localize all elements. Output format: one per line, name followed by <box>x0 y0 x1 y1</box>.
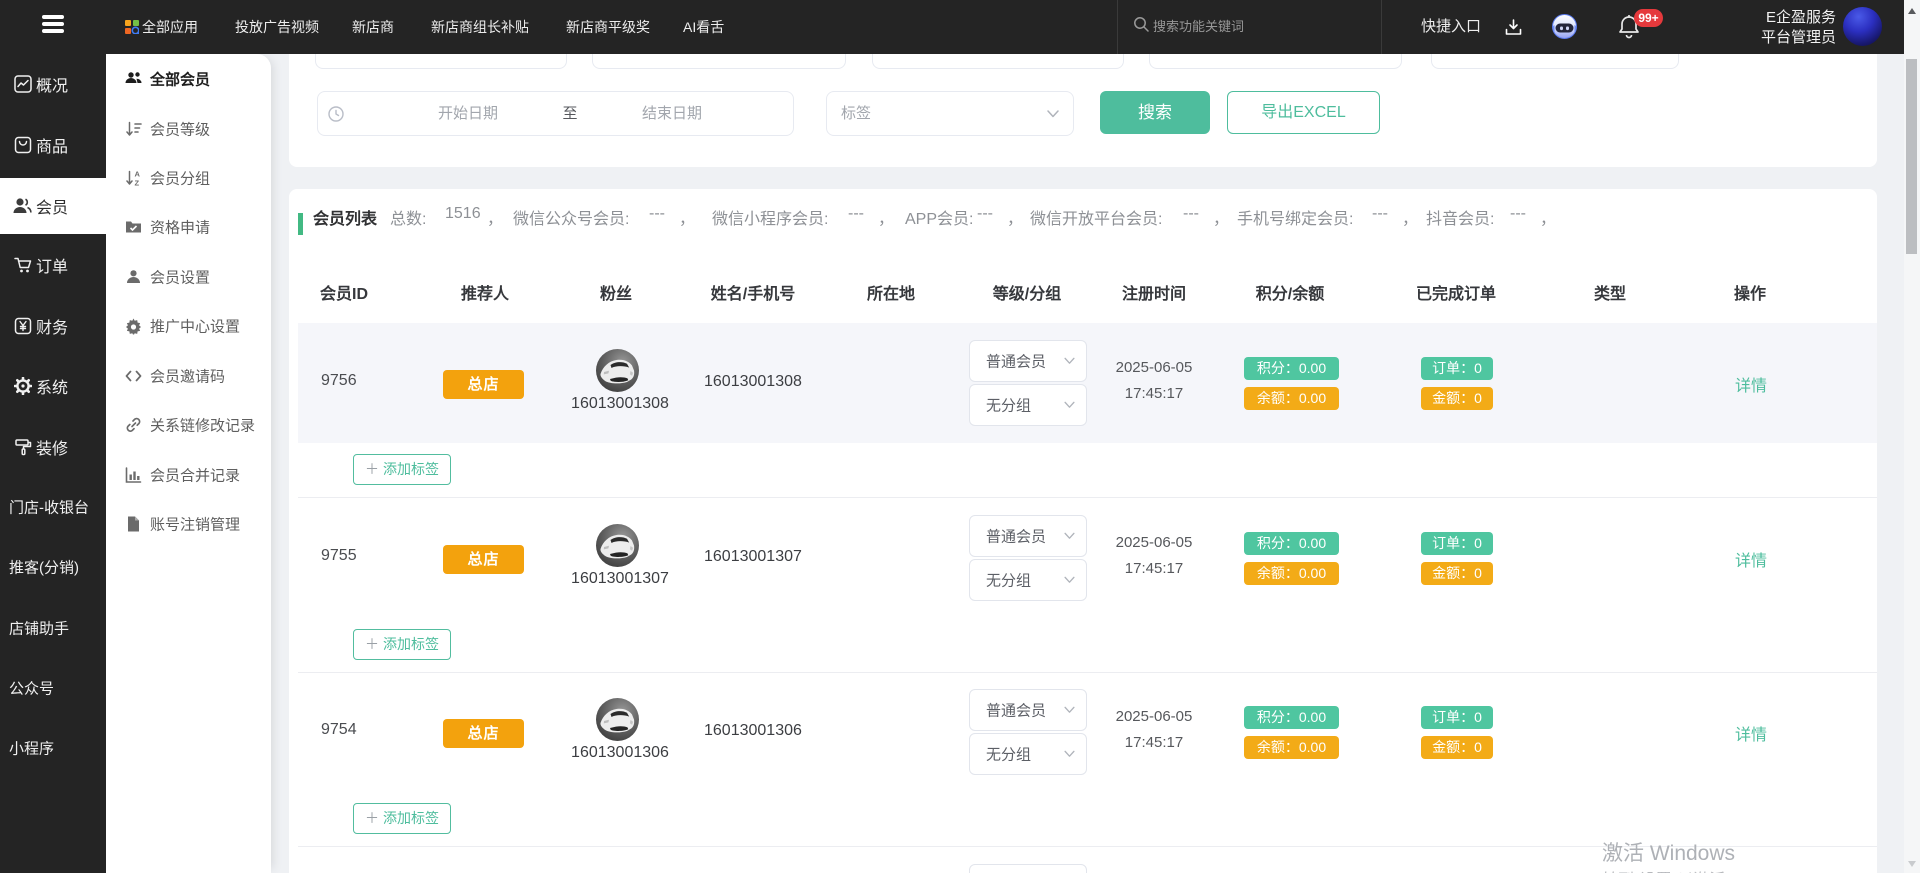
svg-text:A: A <box>135 170 141 179</box>
svg-text:Z: Z <box>135 179 140 187</box>
